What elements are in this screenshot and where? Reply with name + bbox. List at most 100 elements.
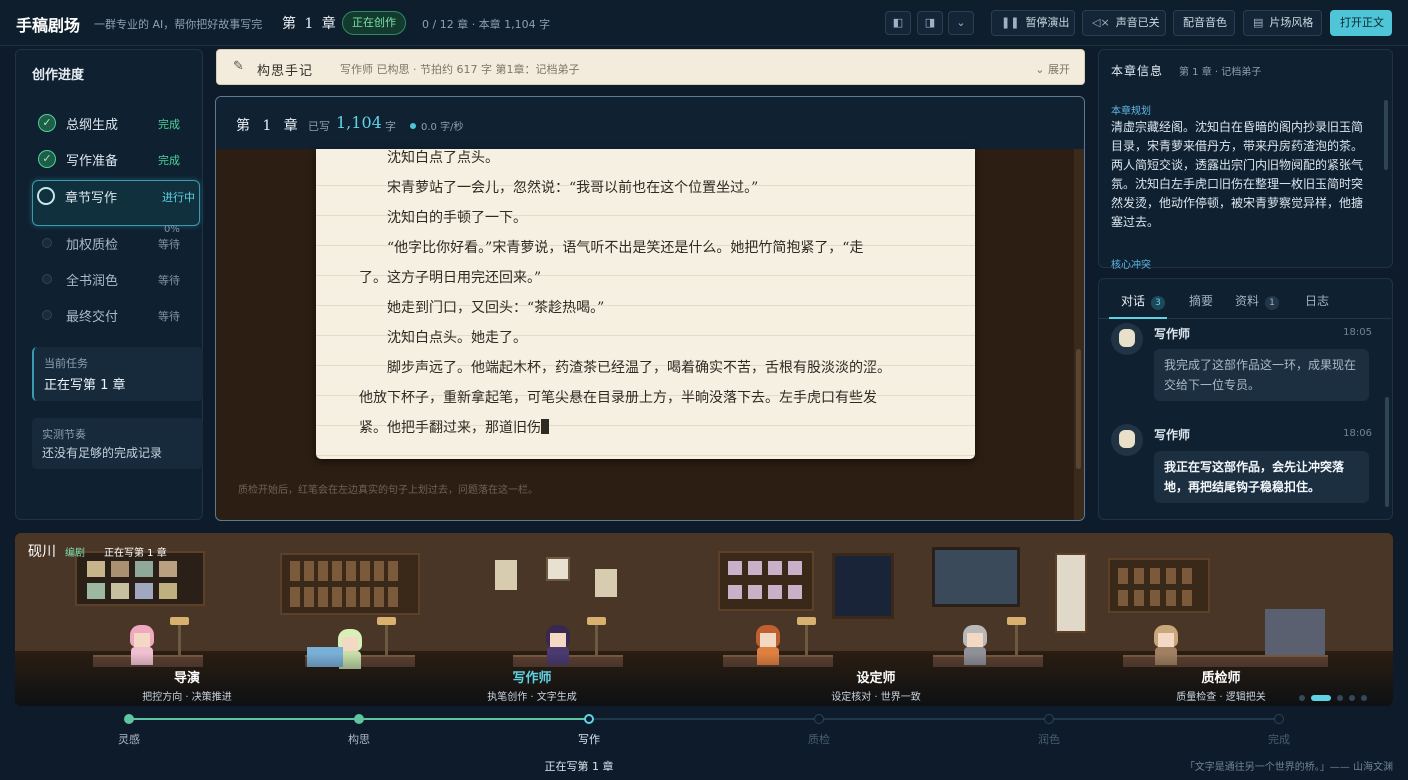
status-badge: 正在创作 <box>342 11 406 35</box>
chat-scrollbar[interactable] <box>1385 397 1389 507</box>
text-line: 了。这方子明日用完还回来。” <box>359 270 542 286</box>
text-line: 宋青萝站了一会儿，忽然说：“我哥以前也在这个位置坐过。” <box>359 180 759 196</box>
open-text-button[interactable]: 打开正文 <box>1330 10 1392 36</box>
voice-button[interactable]: 配音音色 <box>1173 10 1235 36</box>
chat-message: 我完成了这部作品这一环，成果现在交给下一位专员。 <box>1154 349 1369 401</box>
expand-notes-button[interactable]: ⌄ 展开 <box>1035 61 1070 77</box>
pipeline-label: 构思 <box>348 733 370 746</box>
pending-dot-icon <box>42 310 52 320</box>
collapse-left-button[interactable]: ◧ <box>885 11 911 35</box>
chat-tabs: 对话 3 摘要 资料 1 日志 <box>1099 279 1391 319</box>
chapter-info-panel: 本章信息 第 1 章 · 记档弟子 本章规划 清虚宗藏经阁。沈知白在昏暗的阁内抄… <box>1098 49 1393 271</box>
collapse-right-button[interactable]: ◨ <box>917 11 943 35</box>
editor-header: 第 1 章 已写 1,104 字 0.0 字/秒 <box>216 97 1084 149</box>
panel-left-icon: ◧ <box>892 16 904 29</box>
pipeline-node-current <box>584 714 594 724</box>
chalkboard <box>932 547 1020 607</box>
spinner-icon <box>37 187 55 205</box>
check-icon: ✓ <box>38 150 56 168</box>
pipeline-node <box>124 714 134 724</box>
progress-panel: 创作进度 ✓ 总纲生成 完成 ✓ 写作准备 完成 章节写作 进行中 0% 加权质… <box>15 49 203 520</box>
pending-dot-icon <box>42 274 52 284</box>
step-writing[interactable]: 章节写作 进行中 <box>32 180 200 226</box>
app-logo: 手稿剧场 <box>16 16 81 35</box>
tab-log[interactable]: 日志 <box>1305 292 1329 309</box>
stage-agent-role: 编剧 <box>65 548 85 559</box>
text-line: 沈知白点头。她走了。 <box>359 330 527 346</box>
editor-footer-hint: 质检开始后，红笔会在左边真实的句子上划过去，问题落在这一栏。 <box>238 485 538 496</box>
role-director[interactable]: 导演 把控方向 · 决策推进 <box>117 667 257 703</box>
app-slogan: 一群专业的 AI，帮你把好故事写完 <box>94 18 263 31</box>
panel-right-icon: ◨ <box>924 16 936 29</box>
check-icon: ✓ <box>38 114 56 132</box>
pipeline-label: 完成 <box>1268 733 1290 746</box>
step-prepare[interactable]: ✓ 写作准备 完成 <box>34 144 184 174</box>
speaker-muted-icon: ◁× <box>1092 16 1110 29</box>
clapperboard-icon: ▤ <box>1253 16 1264 29</box>
scene-style-button[interactable]: ▤ 片场风格 <box>1243 10 1322 36</box>
wall-note <box>595 569 617 597</box>
chevron-down-icon: ⌄ <box>1035 63 1048 76</box>
step-outline[interactable]: ✓ 总纲生成 完成 <box>34 108 184 138</box>
pipeline-track <box>589 718 1279 720</box>
pipeline-label: 灵感 <box>118 733 140 746</box>
hanging-scroll <box>1055 553 1087 633</box>
clock-icon <box>546 557 570 581</box>
tab-materials[interactable]: 资料 1 <box>1235 292 1280 310</box>
sound-toggle-button[interactable]: ◁× 声音已关 <box>1082 10 1166 36</box>
stage-pager <box>1299 690 1373 704</box>
pause-button[interactable]: ❚❚ 暂停演出 <box>991 10 1075 36</box>
step-qa[interactable]: 加权质检 等待 <box>34 228 184 258</box>
editor-scrollbar[interactable] <box>1074 149 1084 520</box>
pipeline-label: 质检 <box>808 733 830 746</box>
pipeline-node <box>1044 714 1054 724</box>
pipeline-node <box>814 714 824 724</box>
pipeline-label: 润色 <box>1038 733 1060 746</box>
stage-agent-status: 正在写第 1 章 <box>104 548 167 559</box>
text-line: 脚步声远了。他端起木杯，药渣茶已经温了，喝着确实不苦，舌根有股淡淡的涩。 <box>359 360 891 376</box>
info-scrollbar[interactable] <box>1384 100 1388 170</box>
scroll-thumb[interactable] <box>1076 349 1081 469</box>
manuscript-editor: 第 1 章 已写 1,104 字 0.0 字/秒 沈知白点了点头。 宋青萝站了一… <box>215 96 1085 521</box>
text-line: 他放下杯子，重新拿起笔，可笔尖悬在目录册上方，半晌没落下去。左手虎口有些发 <box>359 390 877 406</box>
text-line-last: 紧。他把手翻过来，那道旧伤 <box>359 417 549 437</box>
chat-panel: 对话 3 摘要 资料 1 日志 写作师 18:05 我完成了这部作品这一环，成果现在… <box>1098 278 1393 520</box>
text-line: 她走到门口，又回头：“茶趁热喝。” <box>359 300 605 316</box>
chapter-plan: 清虚宗藏经阁。沈知白在昏暗的阁内抄录旧玉简目录，宋青萝来借丹方，带来丹房药渣泡的… <box>1111 120 1364 229</box>
role-setting-designer[interactable]: 设定师 设定核对 · 世界一致 <box>806 667 946 703</box>
role-qa[interactable]: 质检师 质量检查 · 逻辑把关 <box>1151 667 1291 703</box>
top-bar: 手稿剧场 一群专业的 AI，帮你把好故事写完 第 1 章 正在创作 0 / 12… <box>0 0 1408 46</box>
word-count: 1,104 <box>336 113 382 132</box>
current-task-card: 当前任务 正在写第 1 章 <box>32 347 203 401</box>
bookshelf <box>1108 558 1210 613</box>
active-tab-indicator <box>1109 317 1167 319</box>
avatar <box>1111 323 1143 355</box>
book-progress: 0 / 12 章 · 本章 1,104 字 <box>422 18 551 31</box>
pipeline-node <box>1274 714 1284 724</box>
pause-icon: ❚❚ <box>1001 16 1020 29</box>
role-writer[interactable]: 写作师 执笔创作 · 文字生成 <box>462 667 602 703</box>
chat-message: 我正在写这部作品，会先让冲突落地，再把结尾钩子稳稳扣住。 <box>1154 451 1369 503</box>
chevron-double-down-icon: ⌄ <box>956 16 966 29</box>
text-cursor <box>541 419 549 434</box>
text-line: “他字比你好看。”宋青萝说，语气听不出是笑还是什么。她把竹简抱紧了，“走 <box>359 240 864 256</box>
text-line: 沈知白点了点头。 <box>359 150 499 166</box>
mood-board <box>75 551 205 606</box>
tab-summary[interactable]: 摘要 <box>1189 292 1213 309</box>
desk-lamp <box>377 617 396 657</box>
text-line: 沈知白的手顿了一下。 <box>359 210 527 226</box>
desk-lamp <box>797 617 816 657</box>
notes-bar[interactable]: ✎ 构思手记 写作师 已构思 · 节拍约 617 字 第1章：记档弟子 ⌄ 展开 <box>216 49 1085 85</box>
paper-stacks <box>1265 609 1325 657</box>
stage-agent-name: 砚川 <box>28 544 56 560</box>
pipeline-node <box>354 714 364 724</box>
step-deliver[interactable]: 最终交付 等待 <box>34 300 184 330</box>
step-polish[interactable]: 全书润色 等待 <box>34 264 184 294</box>
tab-chat[interactable]: 对话 3 <box>1121 292 1166 310</box>
chapter-title: 第 1 章 <box>282 16 338 32</box>
collapse-stage-button[interactable]: ⌄ <box>948 11 974 35</box>
pending-dot-icon <box>42 238 52 248</box>
live-dot-icon <box>410 123 416 129</box>
desk-lamp <box>587 617 606 657</box>
studio-stage: 砚川 编剧 正在写第 1 章 导演 把控方向 · 决策推进 写作师 执笔创作 · 文… <box>15 533 1393 706</box>
